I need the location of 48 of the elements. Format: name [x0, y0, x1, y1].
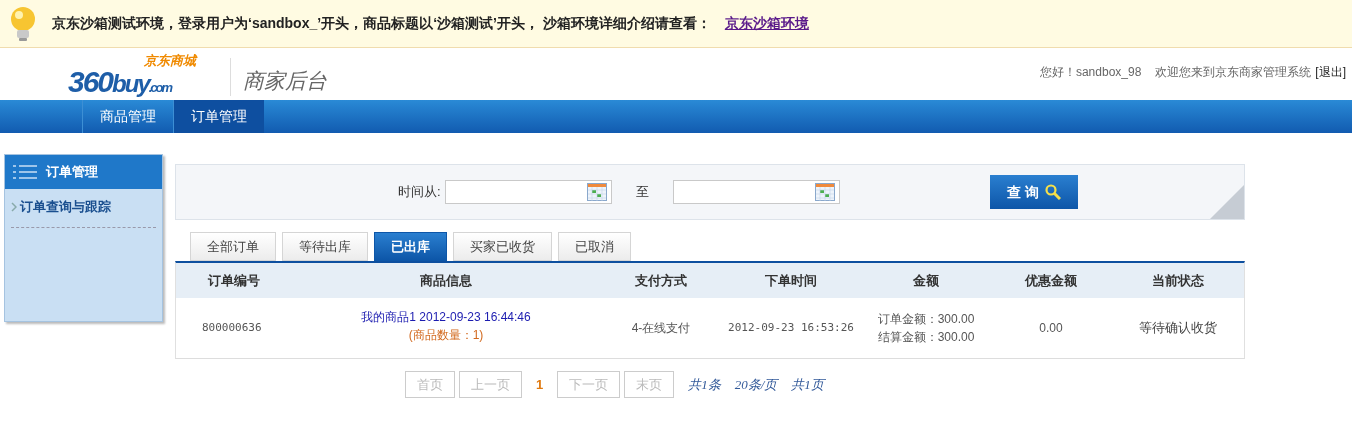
table-cell-text: 800000636	[201, 319, 262, 336]
order-tab[interactable]: 等待出库	[282, 232, 368, 261]
corner-fold-icon	[1210, 185, 1244, 219]
logo-chinese-text: 京东商城	[144, 54, 196, 67]
logout-link[interactable]: [退出]	[1315, 63, 1346, 81]
search-icon	[1044, 184, 1061, 200]
order-tab[interactable]: 全部订单	[190, 232, 276, 261]
amount-text: 结算金额：300.00	[877, 329, 975, 346]
quantity-text: (商品数量：1)	[408, 327, 484, 344]
page-info: 共1页	[791, 375, 824, 394]
start-date-field[interactable]	[444, 180, 612, 204]
table-cell-text: 0.00	[1039, 320, 1063, 337]
column-header: 当前状态	[1151, 271, 1204, 290]
table-cell-text: 等待确认收货	[1138, 319, 1217, 338]
current-page: 1	[536, 375, 544, 394]
page-info: 共1条	[688, 375, 721, 394]
order-tab[interactable]: 已出库	[374, 232, 447, 261]
column-header: 下单时间	[765, 271, 817, 290]
order-tab[interactable]: 买家已收货	[453, 232, 552, 261]
sandbox-link[interactable]: 京东沙箱环境	[724, 13, 809, 34]
notice-text: 京东沙箱测试环境，登录用户为‘sandbox_’开头，商品标题以‘沙箱测试’开头， 沙箱环境详细介绍请查看：	[52, 14, 711, 33]
sidebar-item[interactable]: 订单查询与跟踪	[11, 197, 156, 228]
logo-text: 360buy.com	[68, 67, 172, 97]
chevron-icon	[11, 201, 17, 212]
nav-tab[interactable]: 订单管理	[173, 100, 264, 133]
column-header: 商品信息	[420, 271, 472, 290]
to-label: 至	[635, 183, 649, 202]
order-tab[interactable]: 已取消	[558, 232, 631, 261]
welcome-text: 欢迎您来到京东商家管理系统	[1155, 64, 1312, 81]
table-cell-text: 2012-09-23 16:53:26	[728, 319, 854, 336]
from-label: 时间从:	[398, 183, 441, 202]
page-info: 20条/页	[734, 375, 778, 394]
table-cell-text: 4-在线支付	[631, 320, 691, 337]
column-header: 优惠金额	[1025, 271, 1077, 290]
site-subtitle: 商家后台	[243, 67, 327, 94]
calendar-icon[interactable]	[586, 183, 607, 201]
product-link[interactable]: 我的商品1 2012-09-23 16:44:46	[361, 308, 531, 326]
end-date-field[interactable]	[672, 180, 840, 204]
lightbulb-icon	[8, 5, 38, 42]
greeting-text: 您好！sandbox_98	[1039, 64, 1142, 81]
sidebar-title: 订单管理	[46, 163, 98, 182]
amount-text: 订单金额：300.00	[877, 311, 975, 328]
column-header: 支付方式	[635, 271, 687, 290]
column-header: 订单编号	[207, 271, 260, 290]
column-header: 金额	[913, 271, 939, 290]
list-icon	[13, 163, 37, 181]
search-button[interactable]: 查 询	[989, 175, 1078, 209]
calendar-icon[interactable]	[814, 183, 835, 201]
